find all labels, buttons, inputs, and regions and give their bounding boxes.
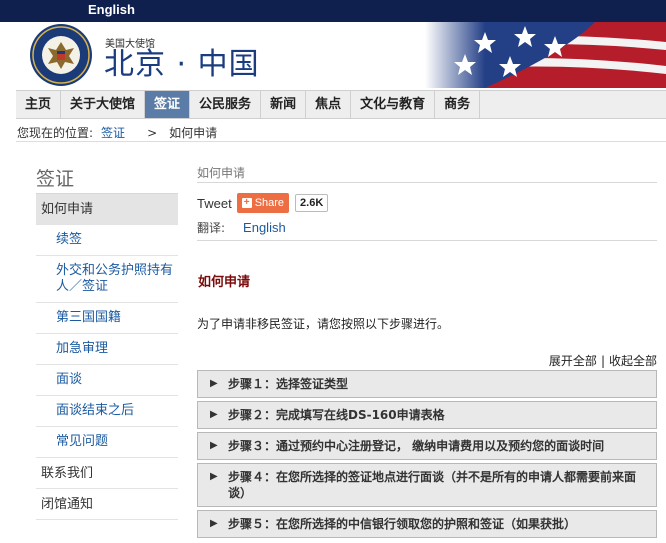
nav-home[interactable]: 主页 xyxy=(16,91,62,118)
share-count: 2.6K xyxy=(295,194,329,212)
step-5[interactable]: ▶ 步骤５：在您所选择的中信银行领取您的护照和签证（如果获批） xyxy=(197,510,657,538)
nav-business[interactable]: 商务 xyxy=(435,91,481,118)
share-button[interactable]: + Share xyxy=(236,193,290,213)
sidebar-item-contact[interactable]: 联系我们 xyxy=(36,458,178,489)
share-plus-icon: + xyxy=(241,198,252,208)
step-4[interactable]: ▶ 步骤４：在您所选择的签证地点进行面谈（并不是所有的申请人都需要前来面谈） xyxy=(197,463,657,507)
embassy-big-title: 北京 · 中国 xyxy=(104,47,260,82)
triangle-right-icon: ▶ xyxy=(210,471,218,482)
step-3-label: 步骤３：通过预约中心注册登记， 缴纳申请费用以及预约您的面谈时间 xyxy=(228,439,605,453)
breadcrumb-prefix: 您现在的位置: xyxy=(17,126,94,140)
tweet-link[interactable]: Tweet xyxy=(197,196,232,211)
sidebar-item-faq[interactable]: 常见问题 xyxy=(36,427,178,458)
step-4-label: 步骤４：在您所选择的签证地点进行面谈（并不是所有的申请人都需要前来面谈） xyxy=(228,470,637,500)
sidebar: 签证 如何申请 续签 外交和公务护照持有人／签证 第三国国籍 加急审理 面谈 面… xyxy=(36,164,178,520)
top-bar: English xyxy=(0,0,666,22)
nav-about[interactable]: 关于大使馆 xyxy=(61,91,146,118)
translate-row: 翻译: English xyxy=(197,219,286,236)
share-row: Tweet + Share 2.6K xyxy=(197,193,329,213)
expand-all-link[interactable]: 展开全部 xyxy=(549,354,597,368)
intro-text: 为了申请非移民签证，请您按照以下步骤进行。 xyxy=(197,317,450,331)
share-button-label: Share xyxy=(254,197,285,209)
expand-separator: | xyxy=(600,354,605,368)
step-1[interactable]: ▶ 步骤１：选择签证类型 xyxy=(197,370,657,398)
nav-culture-education[interactable]: 文化与教育 xyxy=(351,91,436,118)
nav-visa[interactable]: 签证 xyxy=(145,91,191,118)
step-2[interactable]: ▶ 步骤２：完成填写在线DS-160申请表格 xyxy=(197,401,657,429)
embassy-seal-icon xyxy=(30,24,92,86)
steps-accordion: ▶ 步骤１：选择签证类型 ▶ 步骤２：完成填写在线DS-160申请表格 ▶ 步骤… xyxy=(197,370,657,541)
expand-controls: 展开全部 | 收起全部 xyxy=(549,352,657,369)
sidebar-item-third-country[interactable]: 第三国国籍 xyxy=(36,303,178,334)
nav-citizen-services[interactable]: 公民服务 xyxy=(190,91,262,118)
sidebar-title: 签证 xyxy=(36,164,178,194)
breadcrumb-visa-link[interactable]: 签证 xyxy=(101,126,125,140)
triangle-right-icon: ▶ xyxy=(210,518,218,529)
translate-label: 翻译: xyxy=(197,221,226,235)
step-2-label: 步骤２：完成填写在线DS-160申请表格 xyxy=(228,408,445,422)
breadcrumb-separator: > xyxy=(147,126,158,140)
us-flag-icon xyxy=(425,22,666,88)
english-language-link[interactable]: English xyxy=(88,2,135,17)
main-content: 如何申请 Tweet + Share 2.6K 翻译: English 如何申请 … xyxy=(197,164,657,538)
site-header: 美国大使馆 北京 · 中国 xyxy=(0,22,666,88)
breadcrumb-current: 如何申请 xyxy=(169,126,218,140)
breadcrumb-divider xyxy=(16,141,666,142)
breadcrumb: 您现在的位置: 签证 > 如何申请 xyxy=(17,124,217,141)
main-nav: 主页 关于大使馆 签证 公民服务 新闻 焦点 文化与教育 商务 xyxy=(16,90,666,119)
step-5-label: 步骤５：在您所选择的中信银行领取您的护照和签证（如果获批） xyxy=(228,517,577,531)
nav-news[interactable]: 新闻 xyxy=(261,91,307,118)
sidebar-item-closure-notice[interactable]: 闭馆通知 xyxy=(36,489,178,520)
section-title: 如何申请 xyxy=(198,275,251,290)
step-3[interactable]: ▶ 步骤３：通过预约中心注册登记， 缴纳申请费用以及预约您的面谈时间 xyxy=(197,432,657,460)
triangle-right-icon: ▶ xyxy=(210,409,218,420)
sidebar-item-how-to-apply[interactable]: 如何申请 xyxy=(36,194,178,225)
sidebar-item-renewal[interactable]: 续签 xyxy=(36,225,178,256)
translate-english-link[interactable]: English xyxy=(243,220,286,235)
nav-focus[interactable]: 焦点 xyxy=(306,91,352,118)
sidebar-item-diplomatic-passport[interactable]: 外交和公务护照持有人／签证 xyxy=(36,256,178,303)
collapse-all-link[interactable]: 收起全部 xyxy=(609,354,657,368)
sidebar-item-interview[interactable]: 面谈 xyxy=(36,365,178,396)
triangle-right-icon: ▶ xyxy=(210,378,218,389)
page-title: 如何申请 xyxy=(197,164,657,183)
sidebar-item-expedited[interactable]: 加急审理 xyxy=(36,334,178,365)
content-divider xyxy=(197,240,657,241)
step-1-label: 步骤１：选择签证类型 xyxy=(228,377,349,391)
triangle-right-icon: ▶ xyxy=(210,440,218,451)
sidebar-item-after-interview[interactable]: 面谈结束之后 xyxy=(36,396,178,427)
